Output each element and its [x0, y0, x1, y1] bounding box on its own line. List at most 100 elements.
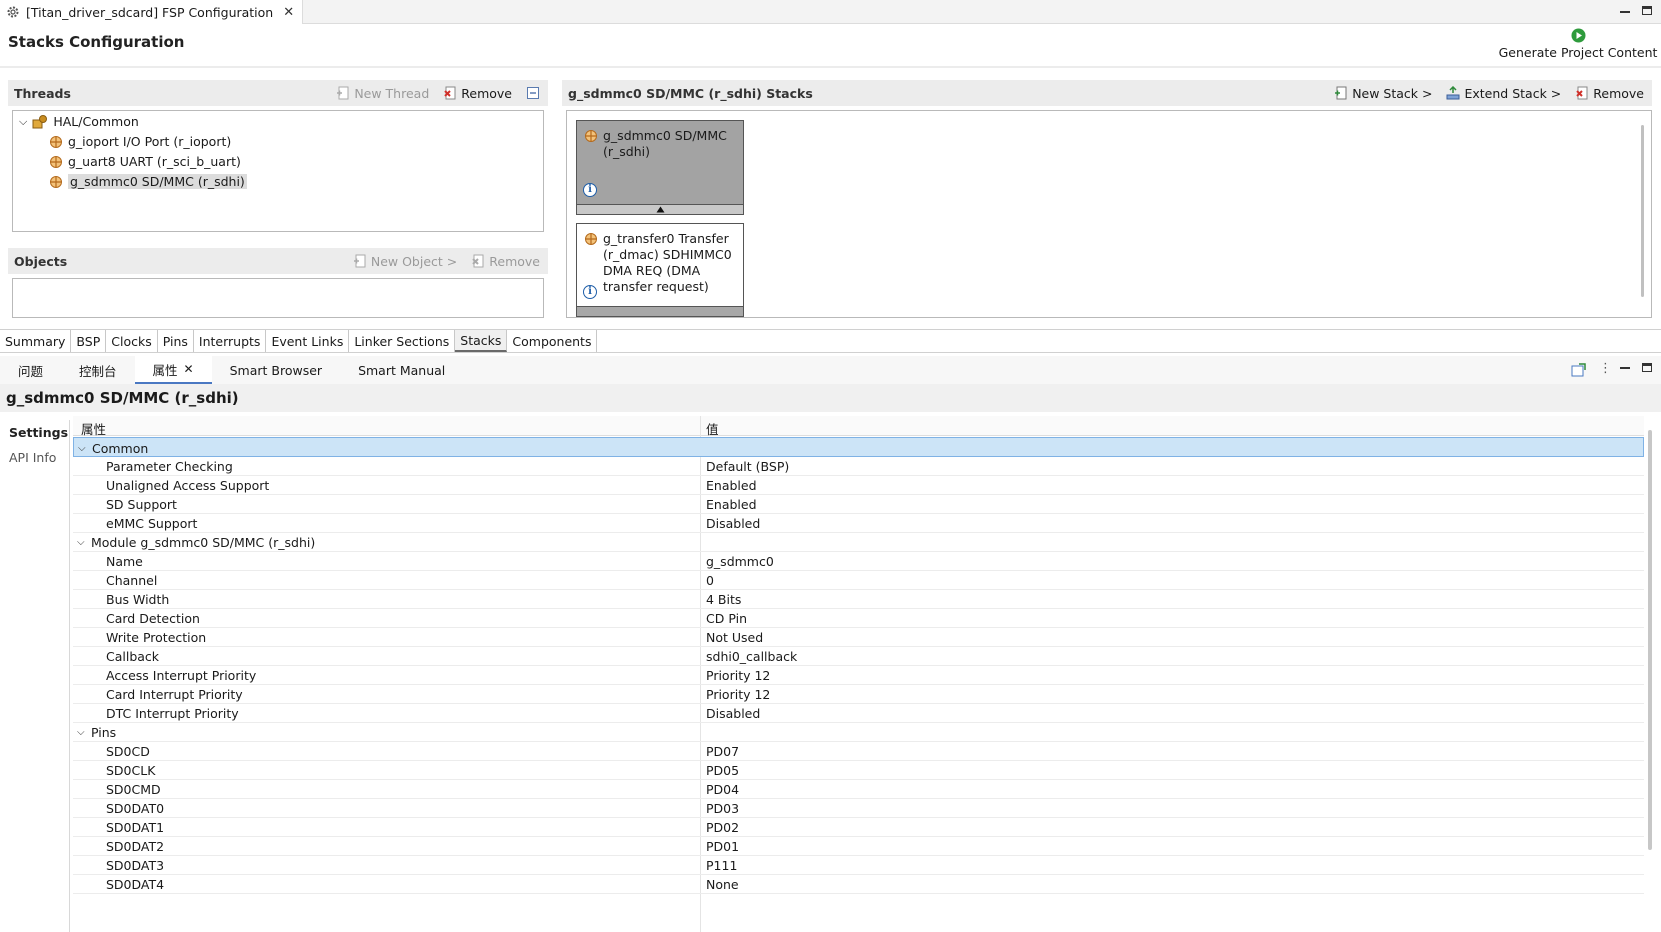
view-menu-icon[interactable]: ⋮	[1599, 361, 1612, 376]
minimize-icon[interactable]	[1620, 361, 1632, 373]
generate-project-content-button[interactable]: Generate Project Content	[1498, 28, 1658, 62]
tree-item-ioport[interactable]: g_ioport I/O Port (r_ioport)	[49, 132, 231, 151]
property-row[interactable]: Callback sdhi0_callback	[73, 646, 1644, 666]
tab-console[interactable]: 控制台	[61, 356, 135, 384]
group-row[interactable]: ⌵ Common	[73, 437, 1644, 457]
property-value[interactable]: PD07	[706, 744, 739, 759]
minimize-icon[interactable]	[1620, 5, 1632, 17]
tree-item-sdmmc0[interactable]: g_sdmmc0 SD/MMC (r_sdhi)	[49, 172, 247, 191]
maximize-icon[interactable]	[1642, 363, 1654, 375]
new-stack-button[interactable]: New Stack >	[1334, 86, 1432, 101]
property-row[interactable]: Card Interrupt Priority Priority 12	[73, 684, 1644, 704]
view-tabs: 问题 控制台 属性 ✕ Smart Browser Smart Manual ⋮	[0, 356, 1661, 384]
property-value[interactable]: Enabled	[706, 478, 757, 493]
chevron-down-icon[interactable]: ⌵	[78, 443, 86, 454]
collapse-all-button[interactable]	[526, 86, 540, 100]
triangle-up-icon	[656, 206, 665, 213]
property-value[interactable]: g_sdmmc0	[706, 554, 774, 569]
property-value[interactable]: Disabled	[706, 706, 760, 721]
property-row[interactable]: SD0DAT4 None	[73, 874, 1644, 894]
group-row[interactable]: ⌵ Module g_sdmmc0 SD/MMC (r_sdhi)	[73, 532, 1644, 552]
property-value[interactable]: Priority 12	[706, 668, 770, 683]
property-value[interactable]: PD05	[706, 763, 739, 778]
stacks-scrollbar[interactable]	[1641, 125, 1644, 297]
property-row[interactable]: SD0DAT1 PD02	[73, 817, 1644, 837]
chevron-down-icon[interactable]: ⌵	[77, 537, 85, 548]
property-value[interactable]: PD03	[706, 801, 739, 816]
property-row[interactable]: SD0DAT3 P111	[73, 855, 1644, 875]
property-value[interactable]: Not Used	[706, 630, 763, 645]
close-icon[interactable]: ✕	[283, 5, 294, 20]
stack-block-transfer0[interactable]: g_transfer0 Transfer (r_dmac) SDHIMMC0 D…	[576, 223, 744, 317]
property-value[interactable]: PD01	[706, 839, 739, 854]
property-row[interactable]: SD0CLK PD05	[73, 760, 1644, 780]
new-object-button[interactable]: New Object >	[353, 254, 457, 269]
tab-properties[interactable]: 属性 ✕	[134, 356, 212, 384]
tab-smart-browser[interactable]: Smart Browser	[212, 356, 340, 384]
editor-tab[interactable]: [Titan_driver_sdcard] FSP Configuration …	[0, 0, 304, 24]
property-value[interactable]: 4 Bits	[706, 592, 741, 607]
maximize-icon[interactable]	[1642, 6, 1654, 18]
property-value[interactable]: sdhi0_callback	[706, 649, 797, 664]
property-row[interactable]: Name g_sdmmc0	[73, 551, 1644, 571]
property-row[interactable]: SD0CMD PD04	[73, 779, 1644, 799]
stack-block-sdmmc0[interactable]: g_sdmmc0 SD/MMC (r_sdhi) i	[576, 120, 744, 215]
property-row[interactable]: SD0DAT0 PD03	[73, 798, 1644, 818]
tree-node-hal-common[interactable]: ⌵ HAL/Common	[19, 112, 139, 131]
property-row[interactable]: Write Protection Not Used	[73, 627, 1644, 647]
tab-clocks[interactable]: Clocks	[106, 330, 158, 352]
property-value[interactable]: Enabled	[706, 497, 757, 512]
remove-stack-button[interactable]: Remove	[1575, 86, 1644, 101]
property-row[interactable]: Unaligned Access Support Enabled	[73, 475, 1644, 495]
properties-scrollbar[interactable]	[1648, 430, 1652, 850]
extend-stack-button[interactable]: Extend Stack >	[1446, 86, 1561, 101]
tab-components[interactable]: Components	[507, 330, 598, 352]
property-value[interactable]: None	[706, 877, 739, 892]
pin-view-icon[interactable]	[1571, 363, 1586, 377]
property-value[interactable]: Priority 12	[706, 687, 770, 702]
tab-summary[interactable]: Summary	[0, 330, 72, 352]
remove-thread-button[interactable]: Remove	[443, 86, 512, 101]
tab-problems[interactable]: 问题	[0, 356, 61, 384]
tab-bsp[interactable]: BSP	[71, 330, 107, 352]
column-header-value[interactable]: 值	[706, 419, 719, 438]
property-row[interactable]: Channel 0	[73, 570, 1644, 590]
chevron-down-icon[interactable]: ⌵	[77, 727, 85, 738]
stack-expander[interactable]	[577, 306, 743, 316]
info-icon[interactable]: i	[583, 285, 597, 299]
close-icon[interactable]: ✕	[184, 362, 194, 376]
property-row[interactable]: Bus Width 4 Bits	[73, 589, 1644, 609]
tab-api-info[interactable]: API Info	[0, 445, 69, 470]
property-row[interactable]: Parameter Checking Default (BSP)	[73, 456, 1644, 476]
tab-label: 问题	[18, 363, 44, 379]
property-value[interactable]: 0	[706, 573, 714, 588]
group-row[interactable]: ⌵ Pins	[73, 722, 1644, 742]
stack-expander[interactable]	[577, 204, 743, 214]
property-row[interactable]: Access Interrupt Priority Priority 12	[73, 665, 1644, 685]
tab-event-links[interactable]: Event Links	[266, 330, 350, 352]
tab-linker-sections[interactable]: Linker Sections	[349, 330, 456, 352]
column-header-property[interactable]: 属性	[81, 419, 106, 438]
chevron-down-icon[interactable]: ⌵	[19, 115, 27, 129]
tab-pins[interactable]: Pins	[158, 330, 194, 352]
tab-smart-manual[interactable]: Smart Manual	[340, 356, 463, 384]
property-row[interactable]: Card Detection CD Pin	[73, 608, 1644, 628]
tab-settings[interactable]: Settings	[0, 420, 69, 445]
property-value[interactable]: P111	[706, 858, 737, 873]
property-row[interactable]: DTC Interrupt Priority Disabled	[73, 703, 1644, 723]
property-row[interactable]: eMMC Support Disabled	[73, 513, 1644, 533]
property-row[interactable]: SD Support Enabled	[73, 494, 1644, 514]
property-value[interactable]: Disabled	[706, 516, 760, 531]
property-value[interactable]: Default (BSP)	[706, 459, 789, 474]
property-value[interactable]: PD04	[706, 782, 739, 797]
info-icon[interactable]: i	[583, 183, 597, 197]
tab-stacks[interactable]: Stacks	[455, 330, 508, 352]
new-thread-button[interactable]: New Thread	[336, 86, 429, 101]
property-row[interactable]: SD0DAT2 PD01	[73, 836, 1644, 856]
property-value[interactable]: PD02	[706, 820, 739, 835]
remove-object-button[interactable]: Remove	[471, 254, 540, 269]
property-value[interactable]: CD Pin	[706, 611, 747, 626]
property-row[interactable]: SD0CD PD07	[73, 741, 1644, 761]
tab-interrupts[interactable]: Interrupts	[194, 330, 267, 352]
tree-item-uart8[interactable]: g_uart8 UART (r_sci_b_uart)	[49, 152, 241, 171]
